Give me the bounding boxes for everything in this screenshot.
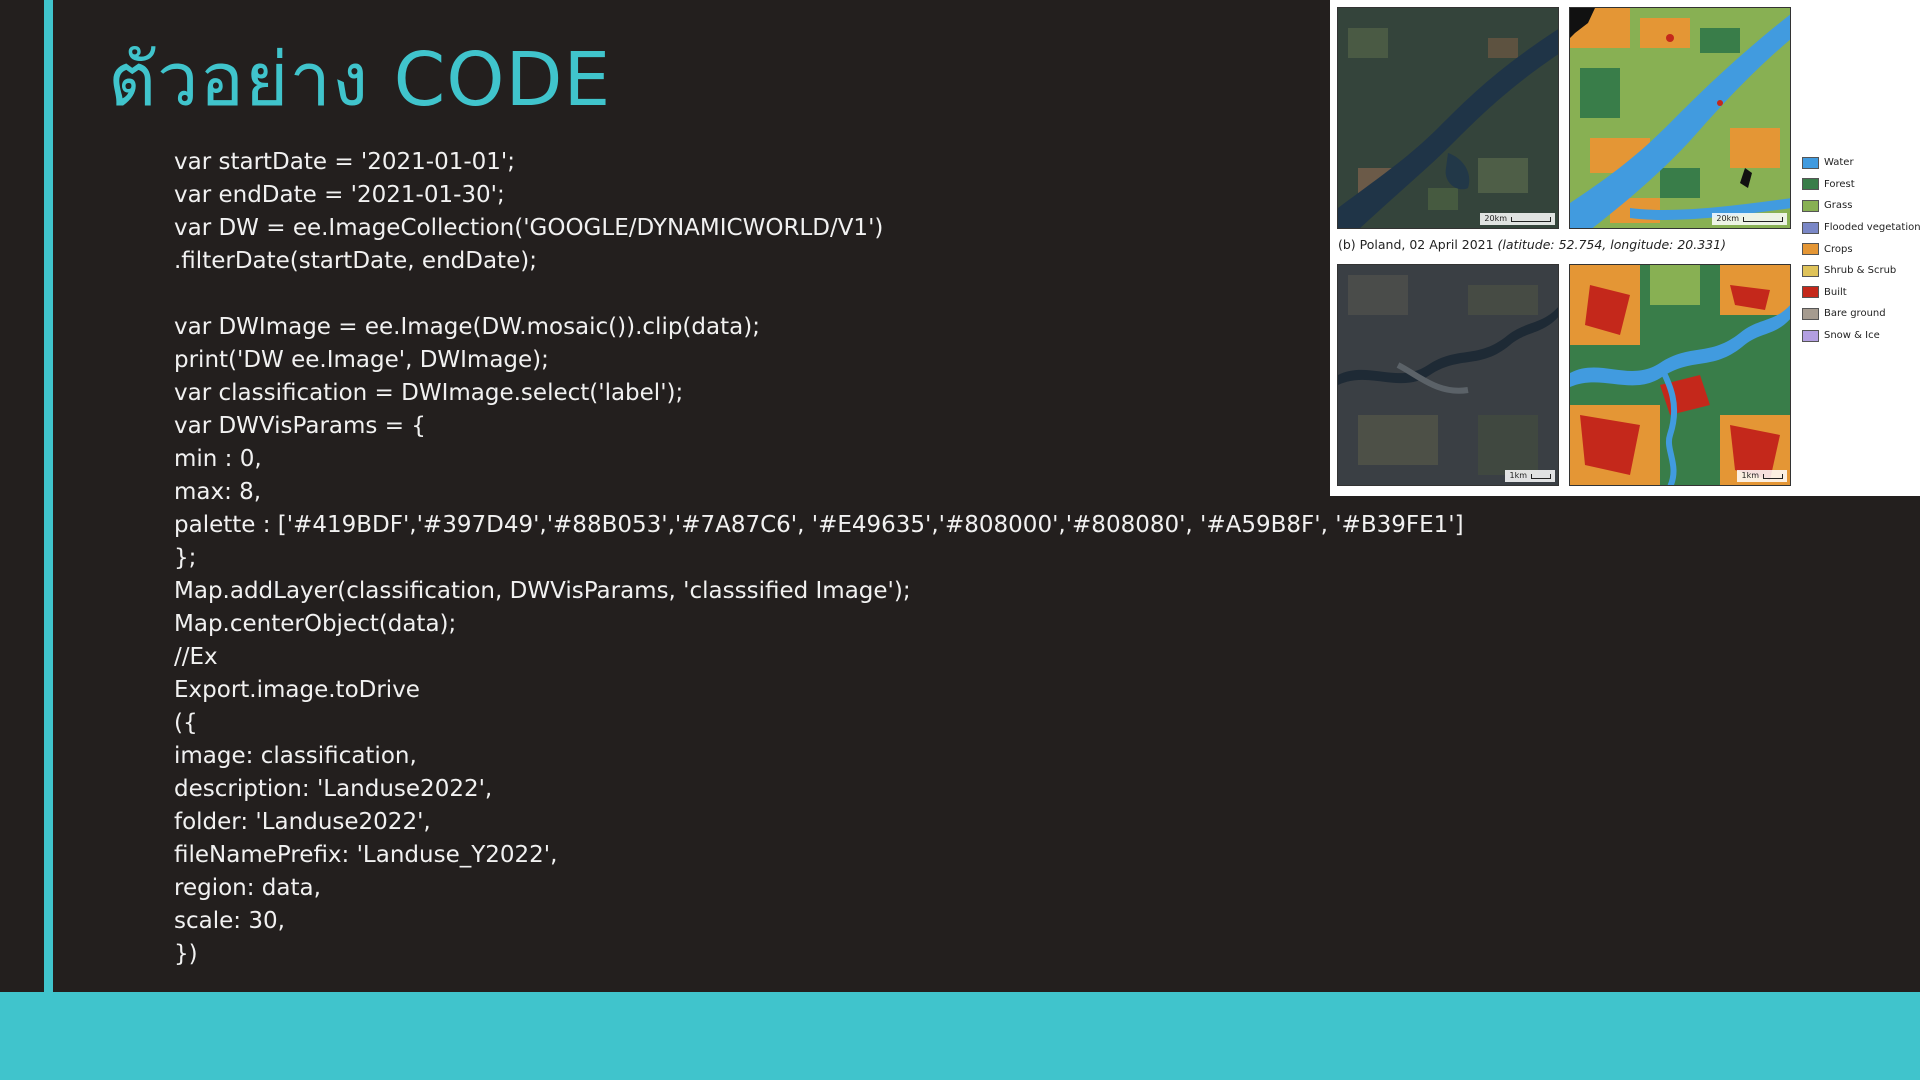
legend-label: Forest xyxy=(1824,178,1855,190)
classified-map-local: 1km xyxy=(1569,264,1791,486)
code-line: }; xyxy=(174,545,197,571)
legend-item: Water xyxy=(1802,152,1920,174)
legend-swatch xyxy=(1802,156,1819,169)
accent-bar xyxy=(44,0,53,992)
legend-item: Built xyxy=(1802,282,1920,304)
scale-label: 1km xyxy=(1741,471,1759,480)
scale-label: 20km xyxy=(1716,214,1739,223)
legend-item: Flooded vegetation xyxy=(1802,217,1920,239)
code-line: var DWVisParams = { xyxy=(174,413,426,439)
code-line: }) xyxy=(174,941,198,967)
legend-label: Flooded vegetation xyxy=(1824,222,1920,234)
land-cover-figure: 20km 20km (b) Poland, 02 April 2021 (lat… xyxy=(1330,0,1920,496)
code-line: max: 8, xyxy=(174,479,262,505)
figure-caption: (b) Poland, 02 April 2021 (latitude: 52.… xyxy=(1338,237,1726,252)
legend-label: Crops xyxy=(1824,243,1853,255)
code-line: min : 0, xyxy=(174,446,262,472)
scale-bar: 1km xyxy=(1505,470,1555,482)
code-line: fileNamePrefix: 'Landuse_Y2022', xyxy=(174,842,558,868)
legend-item: Snow & Ice xyxy=(1802,325,1920,347)
legend-swatch xyxy=(1802,329,1819,342)
code-line: var DW = ee.ImageCollection('GOOGLE/DYNA… xyxy=(174,215,884,241)
code-line: Export.image.toDrive xyxy=(174,677,420,703)
code-line: image: classification, xyxy=(174,743,417,769)
slide-title: ตัวอย่าง CODE xyxy=(108,37,612,123)
legend-label: Shrub & Scrub xyxy=(1824,265,1897,277)
legend-item: Grass xyxy=(1802,195,1920,217)
code-line: ({ xyxy=(174,710,198,736)
classified-map-regional: 20km xyxy=(1569,7,1791,229)
code-block: var startDate = '2021-01-01'; var endDate… xyxy=(174,146,1464,971)
caption-location: (b) Poland, 02 April 2021 xyxy=(1338,237,1498,252)
code-line: //Ex xyxy=(174,644,218,670)
legend-item: Crops xyxy=(1802,238,1920,260)
code-line: Map.centerObject(data); xyxy=(174,611,457,637)
code-line: .filterDate(startDate, endDate); xyxy=(174,248,537,274)
legend-item: Forest xyxy=(1802,174,1920,196)
land-cover-legend: Water Forest Grass Flooded vegetation Crops S… xyxy=(1802,152,1920,346)
legend-swatch xyxy=(1802,264,1819,277)
code-line: var endDate = '2021-01-30'; xyxy=(174,182,505,208)
code-line: var classification = DWImage.select('lab… xyxy=(174,380,684,406)
scale-label: 20km xyxy=(1484,214,1507,223)
code-line: print('DW ee.Image', DWImage); xyxy=(174,347,549,373)
code-line: region: data, xyxy=(174,875,321,901)
legend-swatch xyxy=(1802,286,1819,299)
scale-label: 1km xyxy=(1509,471,1527,480)
caption-coordinates: (latitude: 52.754, longitude: 20.331) xyxy=(1497,237,1726,252)
legend-swatch xyxy=(1802,307,1819,320)
legend-swatch xyxy=(1802,199,1819,212)
scale-bar: 20km xyxy=(1480,213,1555,225)
code-line: palette : ['#419BDF','#397D49','#88B053'… xyxy=(174,512,1464,538)
code-line: var startDate = '2021-01-01'; xyxy=(174,149,515,175)
legend-swatch xyxy=(1802,243,1819,256)
code-line: description: 'Landuse2022', xyxy=(174,776,493,802)
legend-item: Shrub & Scrub xyxy=(1802,260,1920,282)
legend-label: Grass xyxy=(1824,200,1853,212)
code-line: Map.addLayer(classification, DWVisParams… xyxy=(174,578,911,604)
footer-band xyxy=(0,992,1920,1080)
slide: ตัวอย่าง CODE var startDate = '2021-01-0… xyxy=(0,0,1920,1080)
legend-label: Built xyxy=(1824,286,1847,298)
legend-item: Bare ground xyxy=(1802,303,1920,325)
legend-swatch xyxy=(1802,221,1819,234)
satellite-image-regional: 20km xyxy=(1337,7,1559,229)
code-line: folder: 'Landuse2022', xyxy=(174,809,431,835)
satellite-image-local: 1km xyxy=(1337,264,1559,486)
scale-bar: 1km xyxy=(1737,470,1787,482)
code-line: scale: 30, xyxy=(174,908,285,934)
legend-label: Bare ground xyxy=(1824,308,1886,320)
scale-bar: 20km xyxy=(1712,213,1787,225)
legend-label: Snow & Ice xyxy=(1824,330,1880,342)
legend-label: Water xyxy=(1824,157,1854,169)
legend-swatch xyxy=(1802,178,1819,191)
code-line: var DWImage = ee.Image(DW.mosaic()).clip… xyxy=(174,314,760,340)
